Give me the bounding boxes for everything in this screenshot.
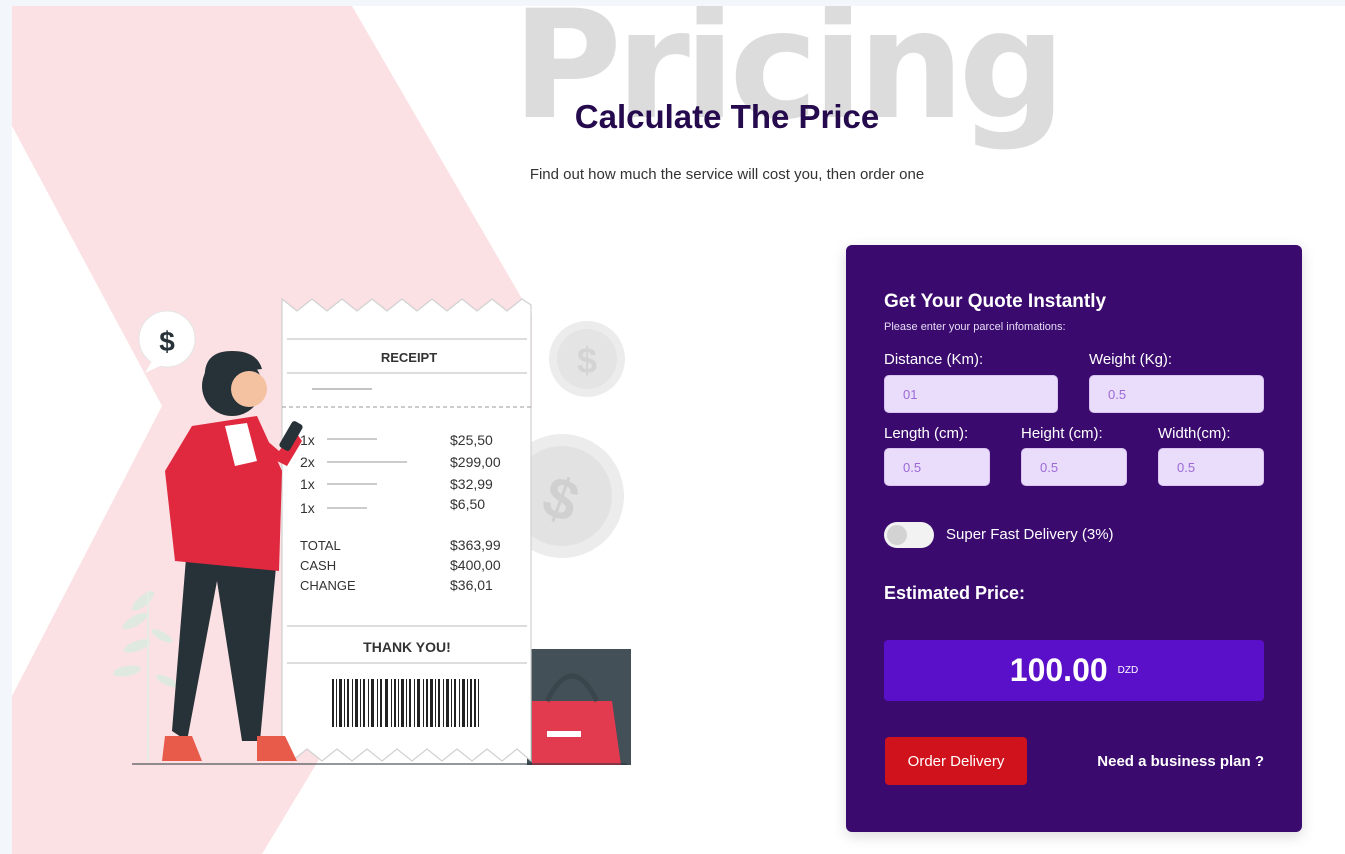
quote-card: Get Your Quote Instantly Please enter yo…: [846, 245, 1302, 832]
receipt-total-value: $363,99: [450, 537, 501, 553]
receipt-heading: RECEIPT: [381, 350, 437, 365]
super-fast-delivery-toggle[interactable]: [884, 522, 934, 548]
receipt-total-value: $400,00: [450, 557, 501, 573]
receipt-total-label: CASH: [300, 558, 336, 573]
toggle-knob: [887, 525, 907, 545]
weight-input[interactable]: [1089, 375, 1264, 413]
coin-icon: $: [549, 321, 625, 397]
quote-title: Get Your Quote Instantly: [884, 291, 1107, 312]
receipt-total-label: TOTAL: [300, 538, 341, 553]
height-input[interactable]: [1021, 448, 1127, 486]
receipt-item-qty: 1x: [300, 476, 315, 492]
receipt-item-qty: 2x: [300, 454, 315, 470]
length-input[interactable]: [884, 448, 990, 486]
super-fast-delivery-label: Super Fast Delivery (3%): [946, 526, 1114, 543]
receipt-total-value: $36,01: [450, 577, 493, 593]
weight-label: Weight (Kg):: [1089, 351, 1173, 368]
price-value: 100.00: [1009, 652, 1108, 688]
svg-text:$: $: [577, 340, 597, 381]
receipt-item-price: $299,00: [450, 454, 501, 470]
page: Pricing Calculate The Price Find out how…: [12, 6, 1345, 854]
receipt-total-label: CHANGE: [300, 578, 356, 593]
page-title: Calculate The Price: [574, 98, 880, 135]
dollar-bubble-icon: $: [159, 326, 175, 357]
length-label: Length (cm):: [884, 425, 969, 442]
page-subtitle: Find out how much the service will cost …: [529, 166, 925, 183]
estimated-price-label: Estimated Price:: [884, 583, 1026, 603]
plant-decoration: [113, 591, 179, 761]
receipt-item-qty: 1x: [300, 432, 315, 448]
height-label: Height (cm):: [1021, 425, 1103, 442]
receipt-illustration: $ $ RECEIPT 1x $25,50 2x $299,00 1x $32,…: [113, 297, 631, 765]
price-currency: DZD: [1117, 665, 1139, 676]
receipt-item-qty: 1x: [300, 500, 315, 516]
woman-figure: $: [138, 310, 303, 761]
price-display: 100.00 DZD: [884, 640, 1264, 701]
receipt-footer: THANK YOU!: [363, 639, 451, 655]
width-label: Width(cm):: [1158, 425, 1231, 442]
shopping-bag-icon: [527, 649, 631, 765]
receipt-item-price: $32,99: [450, 476, 493, 492]
order-delivery-button[interactable]: Order Delivery: [885, 737, 1027, 785]
distance-label: Distance (Km):: [884, 351, 984, 368]
business-plan-link[interactable]: Need a business plan ?: [1097, 753, 1264, 770]
receipt-item-price: $6,50: [450, 496, 485, 512]
quote-subtitle: Please enter your parcel infomations:: [884, 321, 1066, 333]
receipt: [281, 297, 532, 763]
width-input[interactable]: [1158, 448, 1264, 486]
distance-input[interactable]: [884, 375, 1058, 413]
receipt-item-price: $25,50: [450, 432, 493, 448]
